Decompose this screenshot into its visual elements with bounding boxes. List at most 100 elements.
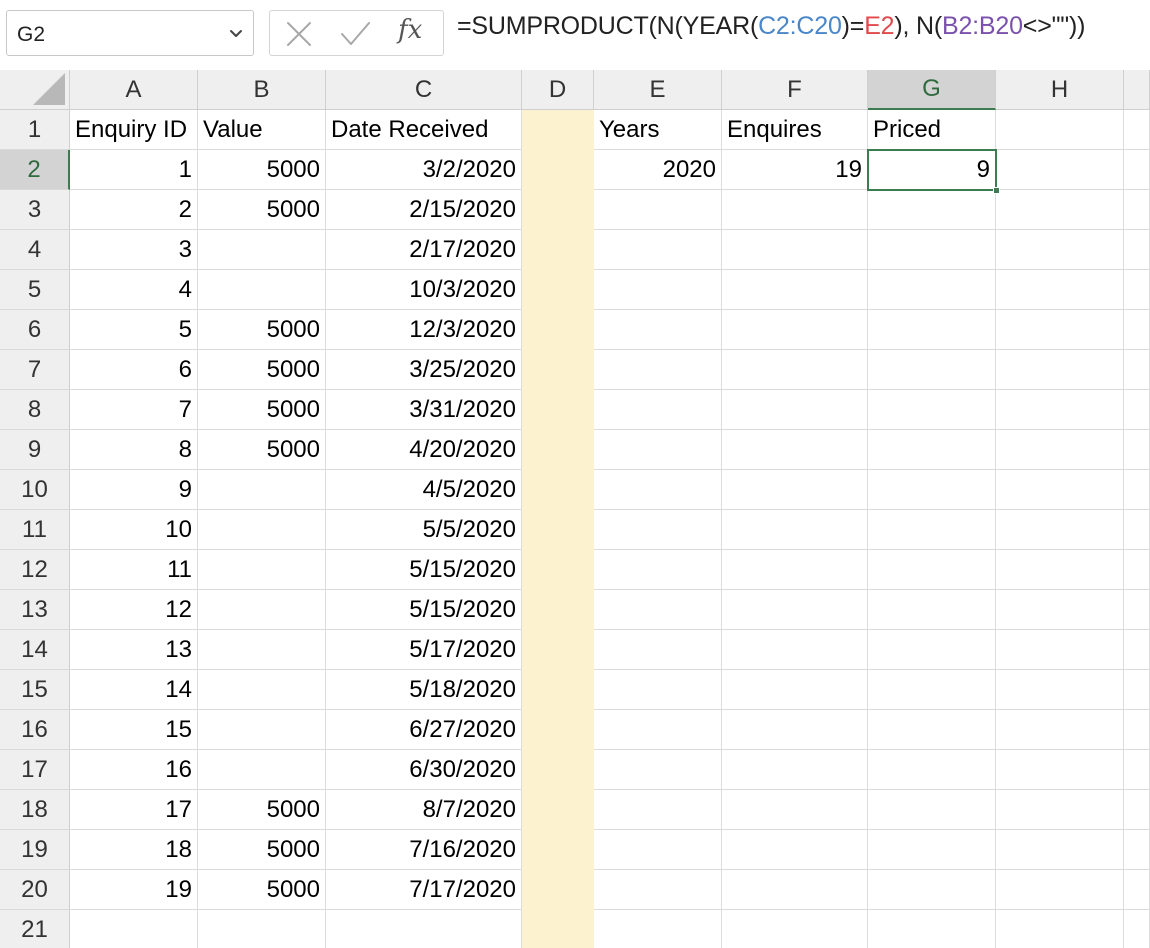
- cell-f9[interactable]: [722, 430, 868, 470]
- cell-h19[interactable]: [996, 830, 1124, 870]
- cell-f11[interactable]: [722, 510, 868, 550]
- cell-h18[interactable]: [996, 790, 1124, 830]
- cell-b2[interactable]: 5000: [198, 150, 326, 190]
- select-all-button[interactable]: [0, 70, 70, 110]
- cell-c9[interactable]: 4/20/2020: [326, 430, 522, 470]
- cell-h11[interactable]: [996, 510, 1124, 550]
- cell-c18[interactable]: 8/7/2020: [326, 790, 522, 830]
- cell-d5[interactable]: [522, 270, 594, 310]
- row-header-13[interactable]: 13: [0, 590, 70, 630]
- row-header-17[interactable]: 17: [0, 750, 70, 790]
- cell-d3[interactable]: [522, 190, 594, 230]
- cell-i16[interactable]: [1124, 710, 1150, 750]
- cell-c6[interactable]: 12/3/2020: [326, 310, 522, 350]
- cell-i7[interactable]: [1124, 350, 1150, 390]
- cell-c16[interactable]: 6/27/2020: [326, 710, 522, 750]
- column-header-i[interactable]: [1124, 70, 1150, 110]
- cell-g19[interactable]: [868, 830, 996, 870]
- cell-b3[interactable]: 5000: [198, 190, 326, 230]
- cell-e9[interactable]: [594, 430, 722, 470]
- cell-a21[interactable]: [70, 910, 198, 948]
- cell-g14[interactable]: [868, 630, 996, 670]
- column-header-g[interactable]: G: [868, 70, 996, 110]
- cancel-icon[interactable]: [284, 19, 314, 49]
- cell-f16[interactable]: [722, 710, 868, 750]
- cell-i12[interactable]: [1124, 550, 1150, 590]
- cell-g18[interactable]: [868, 790, 996, 830]
- cell-b5[interactable]: [198, 270, 326, 310]
- cell-i2[interactable]: [1124, 150, 1150, 190]
- cell-a19[interactable]: 18: [70, 830, 198, 870]
- cell-b18[interactable]: 5000: [198, 790, 326, 830]
- cell-e19[interactable]: [594, 830, 722, 870]
- cell-h17[interactable]: [996, 750, 1124, 790]
- enter-icon[interactable]: [340, 19, 370, 49]
- row-header-7[interactable]: 7: [0, 350, 70, 390]
- cell-g9[interactable]: [868, 430, 996, 470]
- cell-f7[interactable]: [722, 350, 868, 390]
- cell-d15[interactable]: [522, 670, 594, 710]
- cell-a12[interactable]: 11: [70, 550, 198, 590]
- cell-c11[interactable]: 5/5/2020: [326, 510, 522, 550]
- cell-b4[interactable]: [198, 230, 326, 270]
- cell-f18[interactable]: [722, 790, 868, 830]
- cell-h16[interactable]: [996, 710, 1124, 750]
- cell-h1[interactable]: [996, 110, 1124, 150]
- cell-a10[interactable]: 9: [70, 470, 198, 510]
- cell-g12[interactable]: [868, 550, 996, 590]
- cell-c13[interactable]: 5/15/2020: [326, 590, 522, 630]
- cell-d10[interactable]: [522, 470, 594, 510]
- cell-f6[interactable]: [722, 310, 868, 350]
- cell-d14[interactable]: [522, 630, 594, 670]
- cell-a11[interactable]: 10: [70, 510, 198, 550]
- cell-b6[interactable]: 5000: [198, 310, 326, 350]
- cell-d8[interactable]: [522, 390, 594, 430]
- cell-a2[interactable]: 1: [70, 150, 198, 190]
- cell-i3[interactable]: [1124, 190, 1150, 230]
- row-header-5[interactable]: 5: [0, 270, 70, 310]
- cell-i14[interactable]: [1124, 630, 1150, 670]
- cell-i8[interactable]: [1124, 390, 1150, 430]
- cell-a7[interactable]: 6: [70, 350, 198, 390]
- cell-g7[interactable]: [868, 350, 996, 390]
- cell-b12[interactable]: [198, 550, 326, 590]
- cell-c17[interactable]: 6/30/2020: [326, 750, 522, 790]
- cell-f15[interactable]: [722, 670, 868, 710]
- cell-a14[interactable]: 13: [70, 630, 198, 670]
- cell-h2[interactable]: [996, 150, 1124, 190]
- cell-g5[interactable]: [868, 270, 996, 310]
- cell-i11[interactable]: [1124, 510, 1150, 550]
- column-header-c[interactable]: C: [326, 70, 522, 110]
- cell-g13[interactable]: [868, 590, 996, 630]
- cell-e17[interactable]: [594, 750, 722, 790]
- cell-a1[interactable]: Enquiry ID: [70, 110, 198, 150]
- cell-g10[interactable]: [868, 470, 996, 510]
- cell-d9[interactable]: [522, 430, 594, 470]
- row-header-2[interactable]: 2: [0, 150, 70, 190]
- column-header-a[interactable]: A: [70, 70, 198, 110]
- row-header-19[interactable]: 19: [0, 830, 70, 870]
- cell-h4[interactable]: [996, 230, 1124, 270]
- cell-e2[interactable]: 2020: [594, 150, 722, 190]
- cell-d1[interactable]: [522, 110, 594, 150]
- cell-i19[interactable]: [1124, 830, 1150, 870]
- column-header-f[interactable]: F: [722, 70, 868, 110]
- row-header-16[interactable]: 16: [0, 710, 70, 750]
- cell-e14[interactable]: [594, 630, 722, 670]
- cell-f14[interactable]: [722, 630, 868, 670]
- cell-i18[interactable]: [1124, 790, 1150, 830]
- cell-a3[interactable]: 2: [70, 190, 198, 230]
- cell-b9[interactable]: 5000: [198, 430, 326, 470]
- cell-i17[interactable]: [1124, 750, 1150, 790]
- cell-f20[interactable]: [722, 870, 868, 910]
- cell-g4[interactable]: [868, 230, 996, 270]
- cell-e7[interactable]: [594, 350, 722, 390]
- cell-e12[interactable]: [594, 550, 722, 590]
- cell-c3[interactable]: 2/15/2020: [326, 190, 522, 230]
- cell-h13[interactable]: [996, 590, 1124, 630]
- cell-e6[interactable]: [594, 310, 722, 350]
- cell-a6[interactable]: 5: [70, 310, 198, 350]
- cell-f2[interactable]: 19: [722, 150, 868, 190]
- cell-f12[interactable]: [722, 550, 868, 590]
- cell-d13[interactable]: [522, 590, 594, 630]
